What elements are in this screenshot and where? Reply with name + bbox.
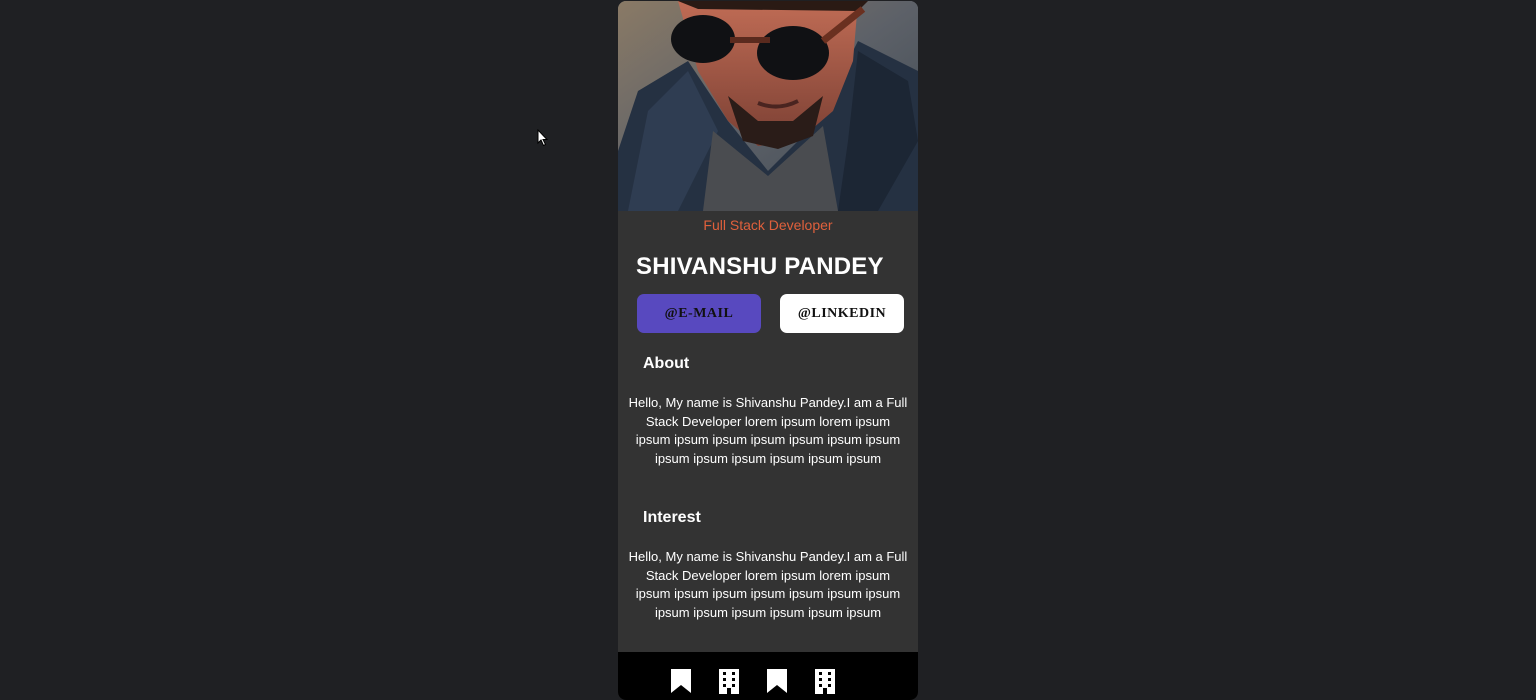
profile-photo <box>618 1 918 211</box>
mouse-cursor-icon <box>537 128 549 147</box>
footer-bar <box>618 652 918 700</box>
about-text: Hello, My name is Shivanshu Pandey.I am … <box>628 395 908 466</box>
bookmark-icon[interactable] <box>670 668 692 694</box>
profile-card: Full Stack Developer SHIVANSHU PANDEY @E… <box>618 1 918 700</box>
email-button[interactable]: @E-MAIL <box>637 294 761 333</box>
bookmark-icon[interactable] <box>766 668 788 694</box>
building-icon[interactable] <box>718 668 740 694</box>
interest-heading: Interest <box>643 509 701 526</box>
job-title: Full Stack Developer <box>703 217 833 233</box>
linkedin-button[interactable]: @LINKEDIN <box>780 294 904 333</box>
building-icon[interactable] <box>814 668 836 694</box>
profile-name: SHIVANSHU PANDEY <box>636 253 884 280</box>
interest-text: Hello, My name is Shivanshu Pandey.I am … <box>628 549 908 620</box>
about-heading: About <box>643 355 690 372</box>
